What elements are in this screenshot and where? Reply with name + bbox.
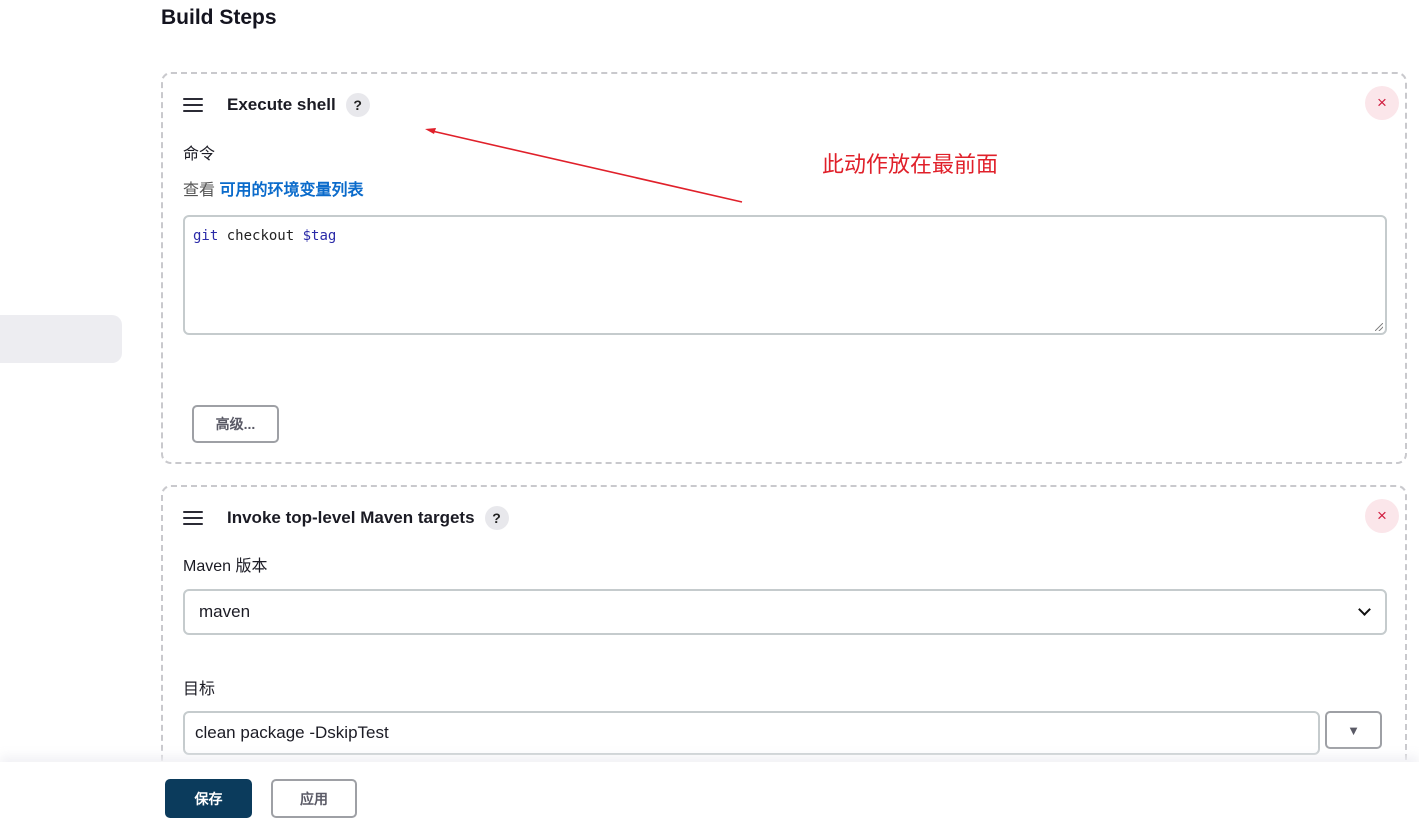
drag-handle-icon[interactable] (183, 511, 203, 525)
resize-handle-icon[interactable] (1375, 323, 1383, 331)
goals-input[interactable]: clean package -DskipTest (183, 711, 1320, 755)
step-header: Execute shell ? (183, 92, 370, 118)
step-title: Execute shell (227, 95, 336, 114)
delete-step-button[interactable]: × (1365, 86, 1399, 120)
help-icon[interactable]: ? (345, 93, 370, 117)
build-step-execute-shell: Execute shell ? × 命令 查看 可用的环境变量列表 git ch… (161, 72, 1407, 464)
chevron-down-icon (1358, 603, 1371, 616)
delete-step-button[interactable]: × (1365, 499, 1399, 533)
section-title: Build Steps (161, 6, 277, 29)
goals-label: 目标 (183, 681, 216, 698)
advanced-button[interactable]: 高级... (192, 405, 279, 443)
command-keyword: git (193, 228, 219, 244)
command-label: 命令 (183, 146, 216, 163)
env-prefix: 查看 (183, 182, 216, 199)
maven-version-select[interactable]: maven (183, 589, 1387, 635)
drag-handle-icon[interactable] (183, 98, 203, 112)
triangle-down-icon: ▼ (1347, 722, 1360, 738)
help-icon[interactable]: ? (484, 506, 509, 530)
maven-version-label: Maven 版本 (183, 558, 268, 575)
env-vars-line: 查看 可用的环境变量列表 (183, 176, 363, 200)
annotation-text: 此动作放在最前面 (822, 152, 999, 177)
step-title: Invoke top-level Maven targets (227, 508, 475, 527)
maven-version-value: maven (199, 602, 251, 621)
build-step-maven: Invoke top-level Maven targets ? × Maven… (161, 485, 1407, 785)
command-text: checkout (218, 228, 303, 244)
expand-goals-button[interactable]: ▼ (1325, 711, 1382, 749)
sidebar-active-item[interactable] (0, 315, 122, 363)
save-button[interactable]: 保存 (165, 779, 252, 818)
apply-button[interactable]: 应用 (271, 779, 357, 818)
step-header: Invoke top-level Maven targets ? (183, 505, 509, 531)
goals-value: clean package -DskipTest (195, 723, 389, 742)
command-variable: $tag (302, 228, 337, 244)
env-vars-link[interactable]: 可用的环境变量列表 (219, 182, 363, 199)
command-textarea[interactable]: git checkout $tag (183, 215, 1387, 335)
